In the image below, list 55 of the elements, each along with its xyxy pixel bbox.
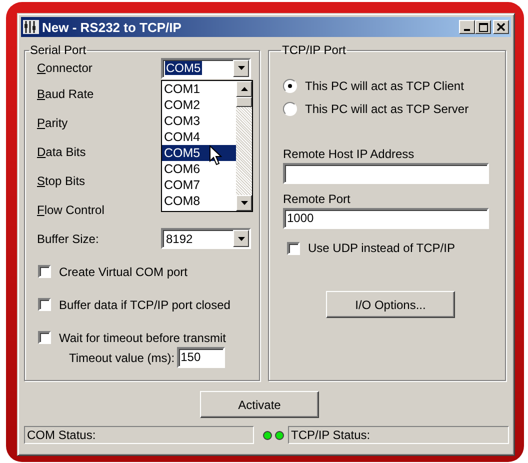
dropdown-item[interactable]: COM8 xyxy=(162,192,236,208)
field-label: Baud Rate xyxy=(37,86,95,100)
checkbox[interactable] xyxy=(38,331,51,344)
radio-label: This PC will act as TCP Server xyxy=(305,102,469,116)
checkbox[interactable] xyxy=(38,298,51,311)
group-title: TCP/IP Port xyxy=(281,43,347,57)
scrollbar[interactable] xyxy=(236,80,252,210)
field-label: Connector xyxy=(37,61,94,75)
group-title: Serial Port xyxy=(29,43,88,57)
field-label: Flow Control xyxy=(37,202,106,216)
field-label: Parity xyxy=(37,116,69,130)
dropdown-item[interactable]: COM7 xyxy=(162,176,236,192)
radio-label: This PC will act as TCP Client xyxy=(305,79,464,93)
field-label: Timeout value (ms): xyxy=(69,350,175,364)
timeout-field[interactable]: 150 xyxy=(176,347,225,368)
checkbox-label: Create Virtual COM port xyxy=(59,264,188,278)
checkbox-label: Use UDP instead of TCP/IP xyxy=(308,241,455,255)
tcpip-status: TCP/IP Status: xyxy=(288,426,509,444)
activate-button[interactable]: Activate xyxy=(200,391,319,418)
maximize-icon xyxy=(478,22,488,32)
pointer-cursor-icon xyxy=(209,144,222,166)
app-icon xyxy=(23,19,39,35)
dropdown-item[interactable]: COM5 xyxy=(162,144,236,160)
radio-button[interactable] xyxy=(283,79,297,93)
dropdown-arrow-icon xyxy=(238,66,244,70)
minimize-button[interactable] xyxy=(459,20,475,34)
dropdown-item[interactable]: COM2 xyxy=(162,96,236,112)
close-button[interactable] xyxy=(493,20,509,34)
dropdown-item[interactable]: COM6 xyxy=(162,160,236,176)
checkbox[interactable] xyxy=(38,265,51,278)
radio-button[interactable] xyxy=(283,102,297,116)
close-icon xyxy=(497,23,505,31)
dropdown-item[interactable]: COM3 xyxy=(162,112,236,128)
field-label: Buffer Size: xyxy=(37,232,100,246)
maximize-button[interactable] xyxy=(475,20,491,34)
scroll-up-icon xyxy=(240,86,248,90)
checkbox-label: Buffer data if TCP/IP port closed xyxy=(59,298,230,312)
field-label: Stop Bits xyxy=(37,174,86,188)
dropdown-field[interactable]: 8192 xyxy=(161,228,251,249)
window-title: New - RS232 to TCP/IP xyxy=(42,20,182,34)
checkbox-label: Wait for timeout before transmit xyxy=(59,330,226,344)
dropdown-field[interactable]: COM5 xyxy=(161,58,251,78)
scroll-down-icon xyxy=(240,200,248,204)
host-field[interactable] xyxy=(283,163,489,184)
port-field[interactable]: 1000 xyxy=(283,208,489,229)
dropdown-arrow-icon xyxy=(238,236,244,240)
checkbox[interactable] xyxy=(287,242,300,254)
io-options-button[interactable]: I/O Options... xyxy=(326,291,455,318)
dropdown-item[interactable]: COM4 xyxy=(162,128,236,144)
scroll-thumb[interactable] xyxy=(236,96,252,106)
field-label: Remote Port xyxy=(283,192,350,206)
dropdown-item[interactable]: COM1 xyxy=(162,80,236,96)
field-label: Data Bits xyxy=(37,144,87,158)
field-label: Remote Host IP Address xyxy=(283,147,414,161)
com-status: COM Status: xyxy=(24,426,254,444)
